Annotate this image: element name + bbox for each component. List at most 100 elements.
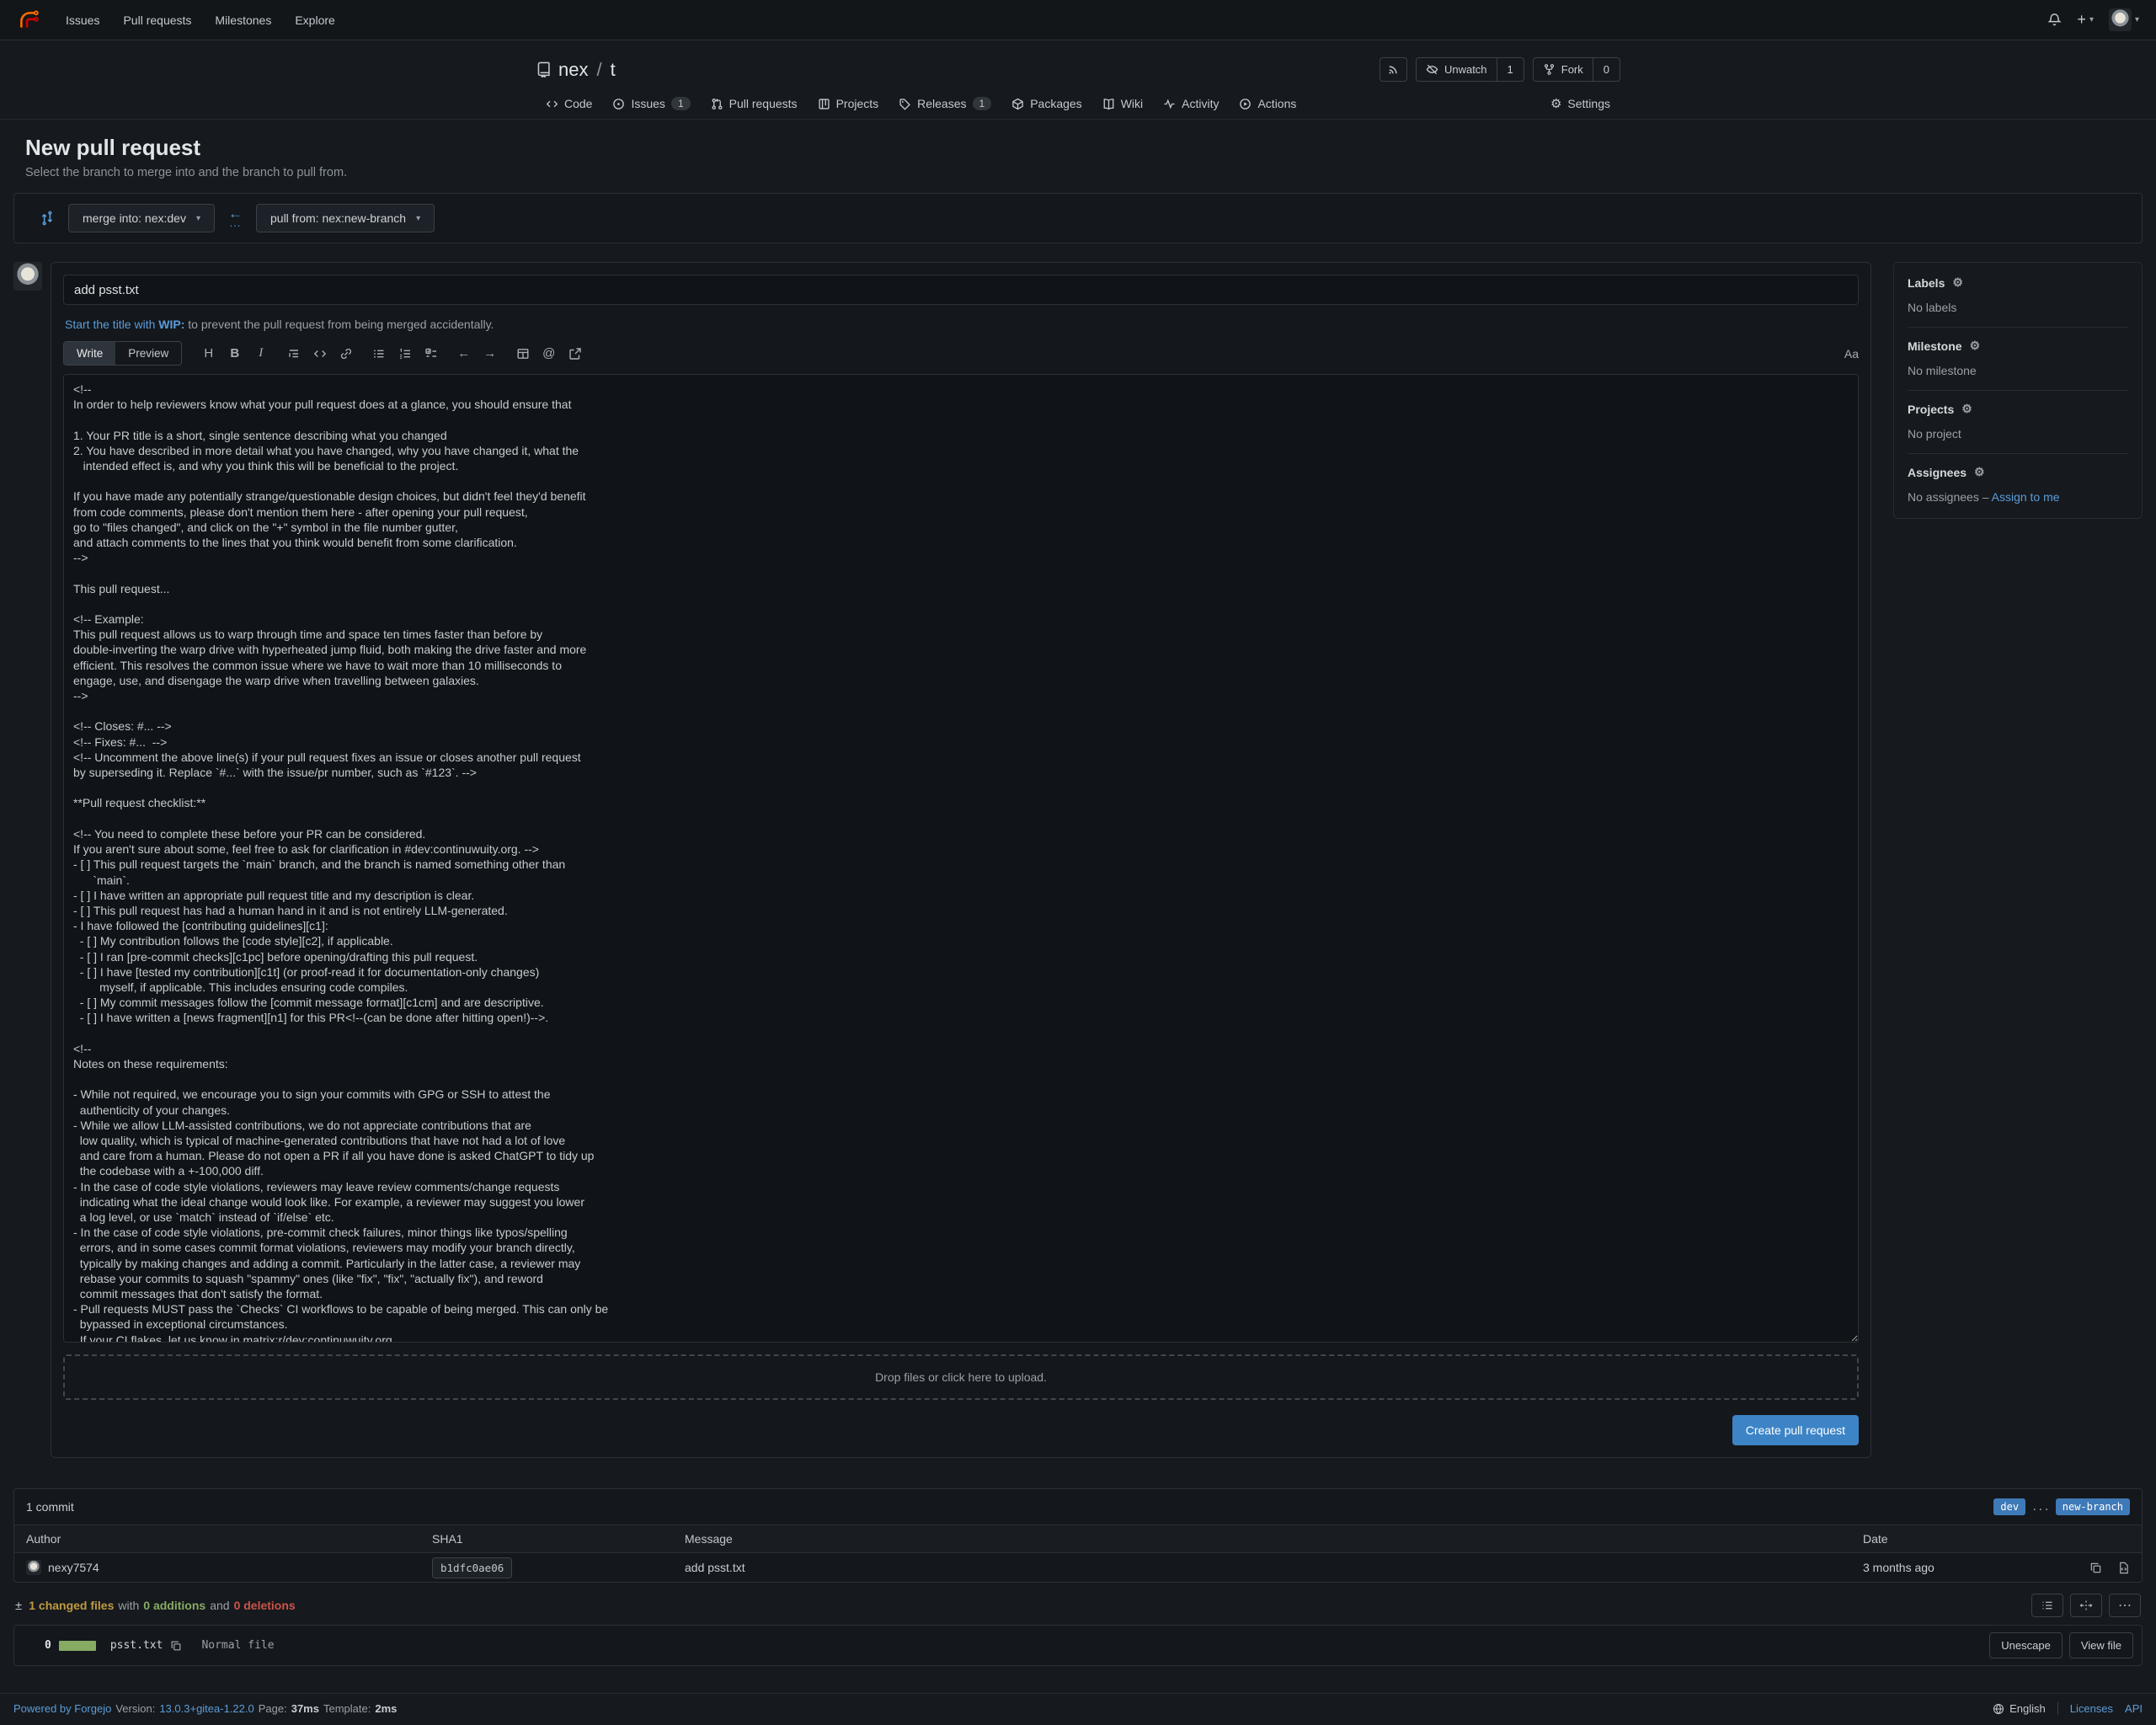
split-view-button[interactable] xyxy=(2070,1594,2102,1617)
ellipsis-icon: ⋯ xyxy=(2118,1597,2132,1614)
column-message: Message xyxy=(673,1525,1851,1553)
assign-to-me-link[interactable]: Assign to me xyxy=(1992,490,2060,504)
tab-wiki[interactable]: Wiki xyxy=(1092,88,1153,119)
unescape-button[interactable]: Unescape xyxy=(1989,1632,2063,1658)
table-icon xyxy=(516,347,530,360)
view-file-at-commit-icon[interactable] xyxy=(2117,1562,2130,1574)
reference-button[interactable] xyxy=(562,342,588,366)
file-status-text: Normal file xyxy=(201,1639,274,1652)
preview-tab[interactable]: Preview xyxy=(115,342,181,365)
powered-by-link[interactable]: Powered by Forgejo xyxy=(13,1702,111,1715)
copy-file-path-icon[interactable] xyxy=(170,1640,182,1652)
nav-explore[interactable]: Explore xyxy=(285,7,344,34)
fork-icon xyxy=(1543,63,1556,76)
tab-activity[interactable]: Activity xyxy=(1153,88,1229,119)
milestone-gear-icon[interactable]: ⚙ xyxy=(1970,339,1981,353)
notifications-bell-icon[interactable] xyxy=(2047,13,2062,27)
tab-actions[interactable]: Actions xyxy=(1229,88,1306,119)
outdent-button[interactable]: ← xyxy=(451,342,477,366)
unwatch-button[interactable]: Unwatch xyxy=(1417,58,1497,81)
tab-pull-requests[interactable]: Pull requests xyxy=(701,88,808,119)
commit-message[interactable]: add psst.txt xyxy=(685,1561,745,1574)
version-link[interactable]: 13.0.3+gitea-1.22.0 xyxy=(159,1702,253,1715)
nav-milestones[interactable]: Milestones xyxy=(205,7,281,34)
page-title: New pull request xyxy=(25,135,2131,161)
link-button[interactable] xyxy=(333,342,359,366)
rss-feed-button[interactable] xyxy=(1380,57,1407,82)
view-file-button[interactable]: View file xyxy=(2069,1632,2133,1658)
unwatch-label: Unwatch xyxy=(1444,63,1487,76)
pr-title-input[interactable] xyxy=(63,275,1859,305)
pull-from-branch-dropdown[interactable]: pull from: nex:new-branch ▾ xyxy=(256,204,435,232)
mention-button[interactable]: @ xyxy=(536,342,562,366)
watchers-count[interactable]: 1 xyxy=(1497,58,1524,81)
additions-count: 0 additions xyxy=(143,1599,205,1612)
code-button[interactable] xyxy=(307,342,333,366)
commit-author-name[interactable]: nexy7574 xyxy=(48,1561,99,1574)
base-branch-badge[interactable]: dev xyxy=(1993,1498,2025,1515)
head-branch-badge[interactable]: new-branch xyxy=(2056,1498,2130,1515)
watch-button-group: Unwatch 1 xyxy=(1416,57,1524,82)
labels-gear-icon[interactable]: ⚙ xyxy=(1952,275,1963,290)
tasklist-icon xyxy=(424,347,438,360)
merge-into-branch-dropdown[interactable]: merge into: nex:dev ▾ xyxy=(68,204,215,232)
repo-owner-link[interactable]: nex xyxy=(558,59,588,81)
chevron-down-icon: ▾ xyxy=(2089,15,2094,24)
fork-button[interactable]: Fork xyxy=(1534,58,1593,81)
assignees-gear-icon[interactable]: ⚙ xyxy=(1974,465,1985,479)
diff-more-options-button[interactable]: ⋯ xyxy=(2109,1594,2141,1617)
template-time-value: 2ms xyxy=(375,1702,397,1715)
task-list-button[interactable] xyxy=(418,342,444,366)
user-menu-dropdown[interactable]: ▾ xyxy=(2109,8,2139,31)
italic-button[interactable]: I xyxy=(248,342,274,366)
create-pull-request-button[interactable]: Create pull request xyxy=(1732,1415,1859,1445)
wip-hint-link[interactable]: Start the title with WIP: xyxy=(65,318,184,331)
page-footer: Powered by Forgejo Version: 13.0.3+gitea… xyxy=(0,1693,2156,1725)
version-label: Version: xyxy=(115,1702,155,1715)
file-dropzone[interactable]: Drop files or click here to upload. xyxy=(63,1354,1859,1400)
template-time-label: Template: xyxy=(323,1702,371,1715)
tab-releases[interactable]: Releases 1 xyxy=(889,88,1001,119)
forks-count[interactable]: 0 xyxy=(1593,58,1620,81)
write-tab[interactable]: Write xyxy=(64,342,115,365)
commit-sha-link[interactable]: b1dfc0ae06 xyxy=(432,1557,512,1578)
copy-sha-icon[interactable] xyxy=(2089,1562,2102,1574)
tab-projects[interactable]: Projects xyxy=(808,88,889,119)
forgejo-logo-icon[interactable] xyxy=(17,8,40,32)
language-selector[interactable]: English xyxy=(1993,1702,2058,1715)
page-subtitle: Select the branch to merge into and the … xyxy=(25,166,2131,179)
changed-file-name[interactable]: psst.txt xyxy=(110,1639,163,1652)
page-time-value: 37ms xyxy=(291,1702,319,1715)
heading-button[interactable]: H xyxy=(195,342,221,366)
whitespace-options-button[interactable] xyxy=(2031,1594,2063,1617)
indent-button[interactable]: → xyxy=(477,342,503,366)
projects-empty-text: No project xyxy=(1908,427,2128,441)
repo-name-link[interactable]: t xyxy=(611,59,616,81)
create-new-dropdown[interactable]: + ▾ xyxy=(2077,11,2094,29)
api-link[interactable]: API xyxy=(2125,1702,2143,1715)
branch-range-dots: ... xyxy=(2031,1501,2050,1513)
switch-editor-button[interactable]: Aa xyxy=(1844,347,1859,360)
pull-from-label: pull from: nex:new-branch xyxy=(270,211,406,225)
page-time-label: Page: xyxy=(259,1702,287,1715)
projects-gear-icon[interactable]: ⚙ xyxy=(1961,402,1972,416)
tab-issues[interactable]: Issues 1 xyxy=(602,88,700,119)
quote-button[interactable] xyxy=(280,342,307,366)
nav-issues[interactable]: Issues xyxy=(56,7,109,34)
tab-code[interactable]: Code xyxy=(536,88,602,119)
tab-settings[interactable]: ⚙ Settings xyxy=(1540,88,1620,119)
bold-button[interactable]: B xyxy=(221,342,248,366)
nav-pull-requests[interactable]: Pull requests xyxy=(113,7,201,34)
commit-author-avatar xyxy=(26,1560,41,1575)
tab-packages[interactable]: Packages xyxy=(1001,88,1091,119)
package-icon xyxy=(1011,98,1024,110)
commits-table: Author SHA1 Message Date nexy7574 b1dfc0… xyxy=(14,1525,2142,1582)
table-button[interactable] xyxy=(510,342,536,366)
chevron-down-icon: ▾ xyxy=(416,214,420,223)
pr-description-textarea[interactable]: <!-- In order to help reviewers know wha… xyxy=(63,374,1859,1343)
top-navbar: Issues Pull requests Milestones Explore … xyxy=(0,0,2156,40)
licenses-link[interactable]: Licenses xyxy=(2070,1702,2113,1715)
unordered-list-button[interactable] xyxy=(366,342,392,366)
ordered-list-button[interactable] xyxy=(392,342,418,366)
compare-direction-arrow-icon: ← ... xyxy=(228,209,243,227)
